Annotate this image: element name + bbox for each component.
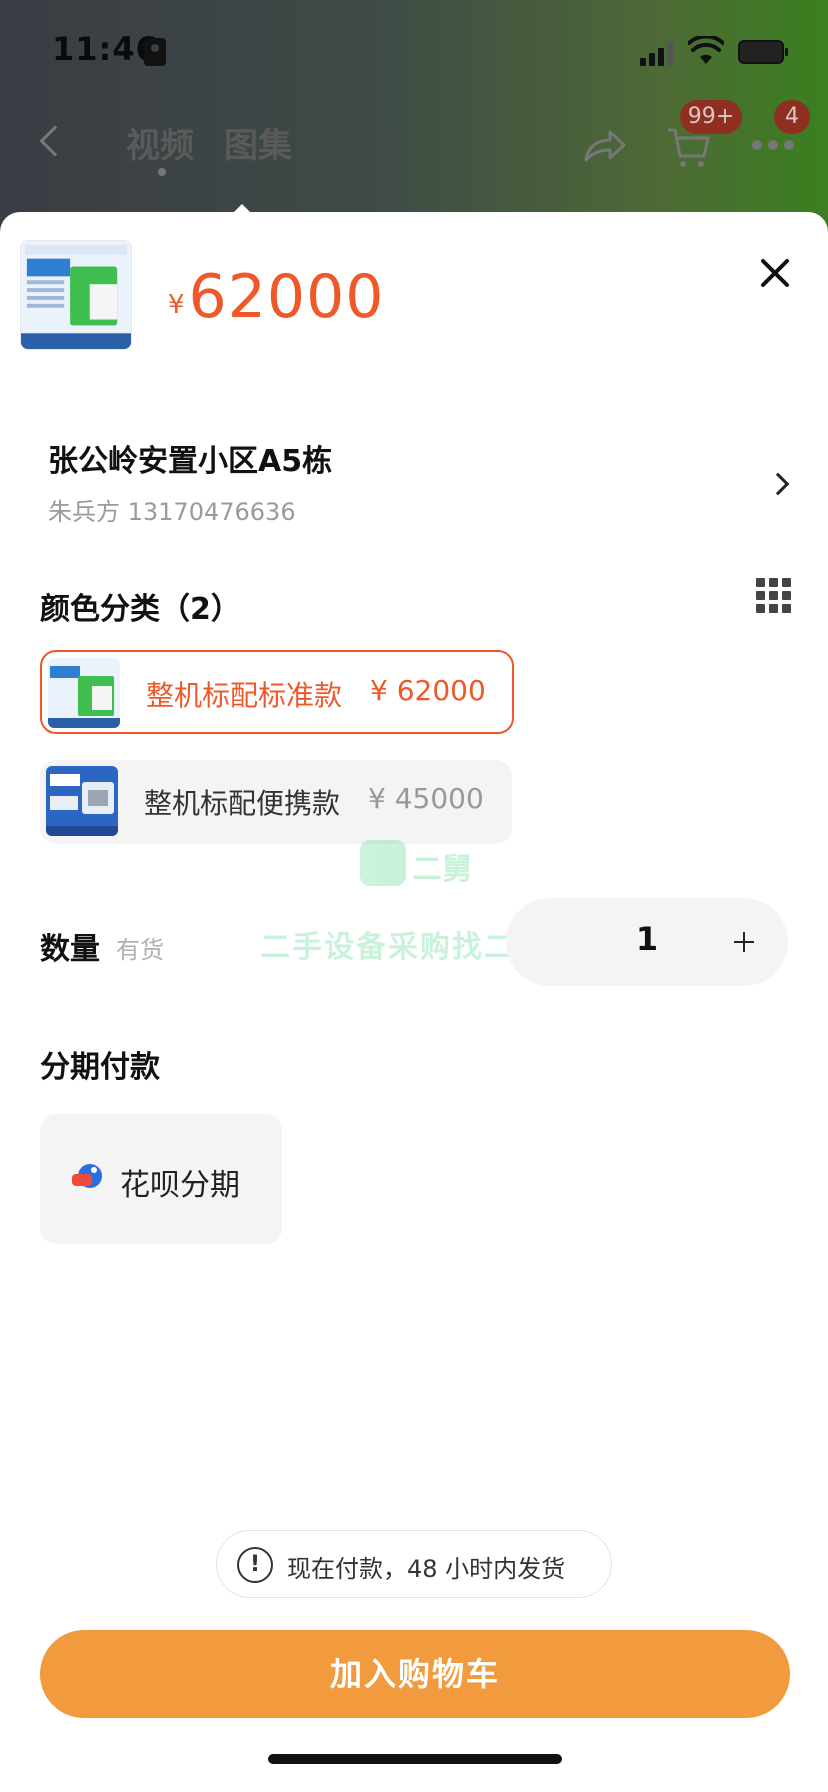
info-icon: ! [237,1547,273,1583]
chevron-right-icon [766,472,790,496]
address-title: 张公岭安置小区A5栋 [48,444,333,479]
variant-option[interactable]: 整机标配便携款 ¥ 45000 [40,760,512,844]
price-display: ¥62000 [168,262,384,332]
address-row[interactable]: 张公岭安置小区A5栋 朱兵方 13170476636 [48,436,790,536]
more-badge: 4 [774,100,810,134]
watermark-name: 二舅 [412,852,472,887]
status-bar: 11:46 [0,0,828,100]
grid-view-icon[interactable] [756,578,792,614]
wifi-icon [688,36,724,64]
watermark-slogan: 二手设备采购找二舅 [260,930,548,965]
address-contact: 朱兵方 13170476636 [48,498,296,526]
background-header: 11:46 视频 图集 99+ 4 [0,0,828,240]
huabei-icon [72,1164,102,1188]
variant-name: 整机标配便携款 [144,787,341,820]
stock-status: 有货 [116,936,164,964]
battery-icon [738,40,788,64]
variant-price: ¥ 62000 [370,674,486,707]
close-icon[interactable] [758,256,792,290]
shipping-notice-text: 现在付款，48 小时内发货 [287,1555,566,1583]
status-time: 11:46 [52,30,159,68]
back-icon[interactable] [39,125,71,157]
variant-image [48,658,120,728]
plus-icon [734,932,754,952]
watermark-logo-icon [360,840,406,886]
variant-price: ¥ 45000 [368,782,484,815]
quantity-stepper: 1 [506,898,788,986]
price-currency: ¥ [168,290,185,320]
product-image [21,241,131,349]
tab-gallery[interactable]: 图集 [224,118,292,167]
installment-option-huabei[interactable]: 花呗分期 [40,1114,282,1244]
signal-icon [640,42,674,66]
quantity-increase-button[interactable] [700,898,788,986]
add-to-cart-button[interactable]: 加入购物车 [40,1630,790,1718]
price-value: 62000 [188,262,385,332]
variant-name: 整机标配标准款 [146,679,343,712]
product-thumbnail[interactable] [20,240,132,350]
share-icon[interactable] [582,126,628,166]
installment-section-title: 分期付款 [40,1050,160,1085]
variant-option[interactable]: 整机标配标准款 ¥ 62000 [40,650,514,734]
color-section-title: 颜色分类（2） [40,592,241,627]
id-card-icon [144,38,166,66]
nav-bar: 视频 图集 99+ 4 [0,100,828,210]
cart-badge: 99+ [680,100,742,134]
shipping-notice: ! 现在付款，48 小时内发货 [216,1530,612,1598]
quantity-label: 数量 [40,932,100,967]
sku-sheet: ¥62000 张公岭安置小区A5栋 朱兵方 13170476636 颜色分类（2… [0,212,828,1792]
variant-image [46,766,118,836]
tab-video[interactable]: 视频 [126,118,194,167]
quantity-decrease-button[interactable] [506,898,594,986]
home-indicator [268,1754,562,1764]
huabei-label: 花呗分期 [120,1168,240,1203]
tab-indicator [158,168,166,176]
more-icon[interactable] [752,140,796,150]
quantity-value[interactable]: 1 [606,920,688,958]
